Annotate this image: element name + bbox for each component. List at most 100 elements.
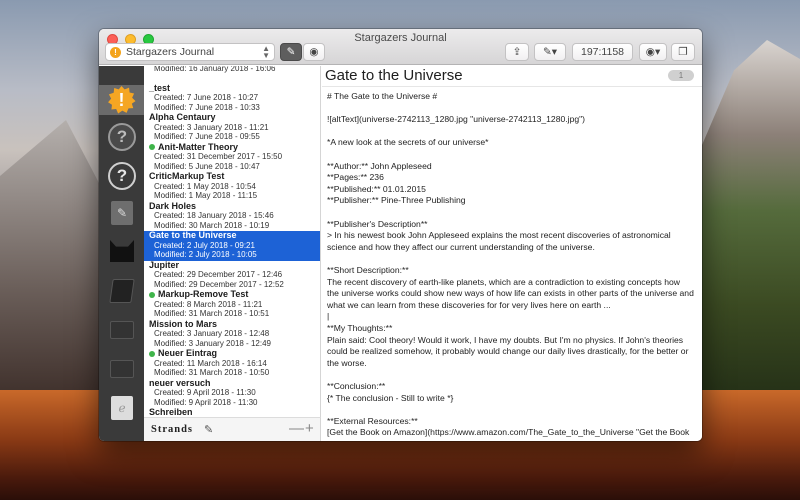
entry-title: _test — [149, 82, 320, 94]
notebook-icon: ✎ — [111, 201, 133, 225]
list-item[interactable]: Dark Holes Created: 18 January 2018 - 15:… — [144, 201, 320, 232]
entry-created-date: Created: 2 July 2018 - 09:21 — [154, 240, 255, 250]
entry-title: Dark Holes — [149, 201, 320, 212]
desktop-wallpaper-left — [0, 120, 110, 400]
journal-selector-label: Stargazers Journal — [126, 46, 215, 58]
alert-burst-icon: ! — [108, 86, 136, 114]
editor-line: *A new look at the secrets of our univer… — [327, 137, 489, 148]
editor-line: **Published:** 01.01.2015 — [327, 183, 426, 194]
folder-icon — [110, 360, 134, 378]
entry-title: Jupiter — [149, 259, 320, 271]
editor-pane: Gate to the Universe 1 # The Gate to the… — [322, 66, 702, 441]
list-item[interactable]: Markup-Remove Test Created: 8 March 2018 … — [144, 289, 320, 320]
entry-modified-date: Modified: 5 June 2018 - 10:47 — [154, 161, 260, 171]
entry-title-text: Jupiter — [149, 259, 180, 270]
entry-modified-date: Modified: 1 May 2018 - 11:15 — [154, 191, 258, 201]
editor-line: **External Resources:** — [327, 415, 418, 426]
note-icon: ℯ — [111, 396, 133, 420]
remove-entry-button[interactable]: — — [289, 420, 304, 437]
duplicate-button[interactable]: ❐ — [671, 43, 695, 61]
strands-brand: Strands — [151, 424, 194, 435]
editor-line: | — [327, 311, 330, 322]
entry-title: Gate to the Universe — [149, 230, 320, 241]
sidebar-journal-question-1[interactable]: ? — [107, 122, 137, 152]
entry-count-badge: 1 — [668, 70, 694, 81]
sidebar-journal-notebook[interactable]: ✎ — [107, 198, 137, 228]
list-item[interactable]: Neuer Eintrag Created: 11 March 2018 - 16… — [144, 348, 320, 379]
entry-modified-date: Modified: 3 January 2018 - 12:49 — [154, 338, 271, 348]
entry-title-text: Anit-Matter Theory — [158, 141, 239, 152]
journal-selector[interactable]: ! Stargazers Journal ▲ ▼ — [105, 43, 275, 61]
editor-line: **Publisher:** Pine-Three Publishing — [327, 195, 466, 206]
list-item[interactable]: Schreiben — [144, 407, 320, 417]
editor-line: # The Gate to the Universe # — [327, 91, 438, 101]
share-button[interactable]: ⇪ — [505, 43, 529, 61]
entry-list-footer: Strands ✎ — + — [144, 417, 321, 441]
entry-title: Markup-Remove Test — [149, 289, 320, 300]
editor-line: **Pages:** 236 — [327, 172, 384, 183]
editor-line: {* The conclusion - Still to write *} — [327, 392, 454, 403]
entry-modified-date: Modified: 7 June 2018 - 09:55 — [154, 132, 260, 142]
entry-modified-date: Modified: 9 April 2018 - 11:30 — [154, 397, 258, 407]
sidebar-journal-folder-1[interactable] — [107, 315, 137, 345]
pencil-icon: ✎ — [286, 46, 296, 58]
entry-modified-date: Modified: 7 June 2018 - 10:33 — [154, 102, 260, 112]
entry-title-text: Mission to Mars — [149, 318, 218, 329]
list-item[interactable]: CriticMarkup Test Created: 1 May 2018 - 1… — [144, 171, 320, 202]
add-entry-button[interactable]: + — [305, 420, 314, 437]
editor-line: the universe works could show new ways o… — [327, 288, 694, 299]
record-circle-icon: ◉▾ — [645, 46, 661, 58]
desktop-wallpaper-right — [690, 40, 800, 420]
entry-title: Neuer Eintrag — [149, 348, 320, 359]
folder-icon — [110, 321, 134, 339]
entry-created-date: Created: 3 January 2018 - 12:48 — [154, 329, 270, 339]
list-item[interactable]: Mission to Mars Created: 3 January 2018 -… — [144, 318, 320, 350]
entry-modified-date: Modified: 30 March 2018 - 10:19 — [154, 220, 270, 230]
sidebar-journal-folder-2[interactable] — [107, 354, 137, 384]
entry-title-text: Markup-Remove Test — [158, 289, 249, 299]
entry-modified-date: Modified: 31 March 2018 - 10:51 — [154, 309, 270, 319]
editor-line: what we can learn from these discoveries… — [327, 299, 611, 310]
editor-line: **My Thoughts:** — [327, 323, 393, 333]
preview-mode-button[interactable]: ◉ — [303, 43, 325, 61]
sidebar-journal-question-2[interactable]: ? — [107, 161, 137, 191]
entry-title-text: Alpha Centaury — [149, 112, 216, 122]
list-item[interactable]: Created: 16 January 2018 - 16:06Modified… — [144, 66, 320, 84]
cat-icon — [110, 240, 134, 262]
edit-mode-button[interactable]: ✎ — [280, 43, 302, 61]
entry-modified-date: Modified: 16 January 2018 - 16:06 — [154, 66, 276, 73]
title-bar: Stargazers Journal ! Stargazers Journal … — [99, 29, 702, 65]
entry-title: CriticMarkup Test — [149, 171, 320, 182]
entry-modified-date: Modified: 31 March 2018 - 10:50 — [154, 368, 270, 378]
sidebar-journal-note[interactable]: ℯ — [107, 393, 137, 423]
entry-title-text: Neuer Eintrag — [158, 348, 218, 358]
editor-line: > In his newest book John Appleseed expl… — [327, 230, 671, 241]
editor-line: Plain said: Cool theory! Would it work, … — [327, 334, 684, 345]
list-item[interactable]: Anit-Matter Theory Created: 31 December 2… — [144, 141, 320, 173]
question-circle-icon: ? — [108, 123, 136, 151]
list-item[interactable]: neuer versuch Created: 9 April 2018 - 11:… — [144, 378, 320, 409]
entry-title: neuer versuch — [149, 378, 320, 389]
list-item[interactable]: Gate to the Universe Created: 2 July 2018… — [144, 230, 320, 261]
entry-title: Alpha Centaury — [149, 112, 320, 123]
entry-created-date: Created: 3 January 2018 - 11:21 — [154, 122, 269, 132]
sidebar-journal-alert[interactable]: ! — [99, 85, 144, 115]
question-circle-icon: ? — [108, 162, 136, 190]
entry-created-date: Created: 31 December 2017 - 15:50 — [154, 152, 283, 162]
entry-title: Schreiben — [149, 407, 320, 417]
entry-modified-date: Modified: 29 December 2017 - 12:52 — [154, 279, 284, 289]
editor-line: **Short Description:** — [327, 265, 409, 275]
list-item[interactable]: _test Created: 7 June 2018 - 10:27 Modifie… — [144, 82, 320, 114]
sidebar-journal-cat[interactable] — [107, 236, 137, 266]
entry-title-text: _test — [149, 82, 171, 93]
sidebar-journal-book[interactable] — [107, 276, 137, 306]
markdown-editor[interactable]: # The Gate to the Universe # ![altText](… — [322, 86, 702, 441]
list-item[interactable]: Alpha Centaury Created: 3 January 2018 - … — [144, 112, 320, 143]
status-dot-icon — [149, 144, 155, 151]
editor-line: the worse. — [327, 357, 367, 368]
list-item[interactable]: Jupiter Created: 29 December 2017 - 12:46… — [144, 259, 320, 291]
markup-menu-button[interactable]: ✎▾ — [534, 43, 566, 61]
entry-created-date: Created: 8 March 2018 - 11:21 — [154, 299, 263, 309]
eye-icon: ◉ — [309, 46, 319, 58]
theme-toggle-button[interactable]: ◉▾ — [639, 43, 667, 61]
